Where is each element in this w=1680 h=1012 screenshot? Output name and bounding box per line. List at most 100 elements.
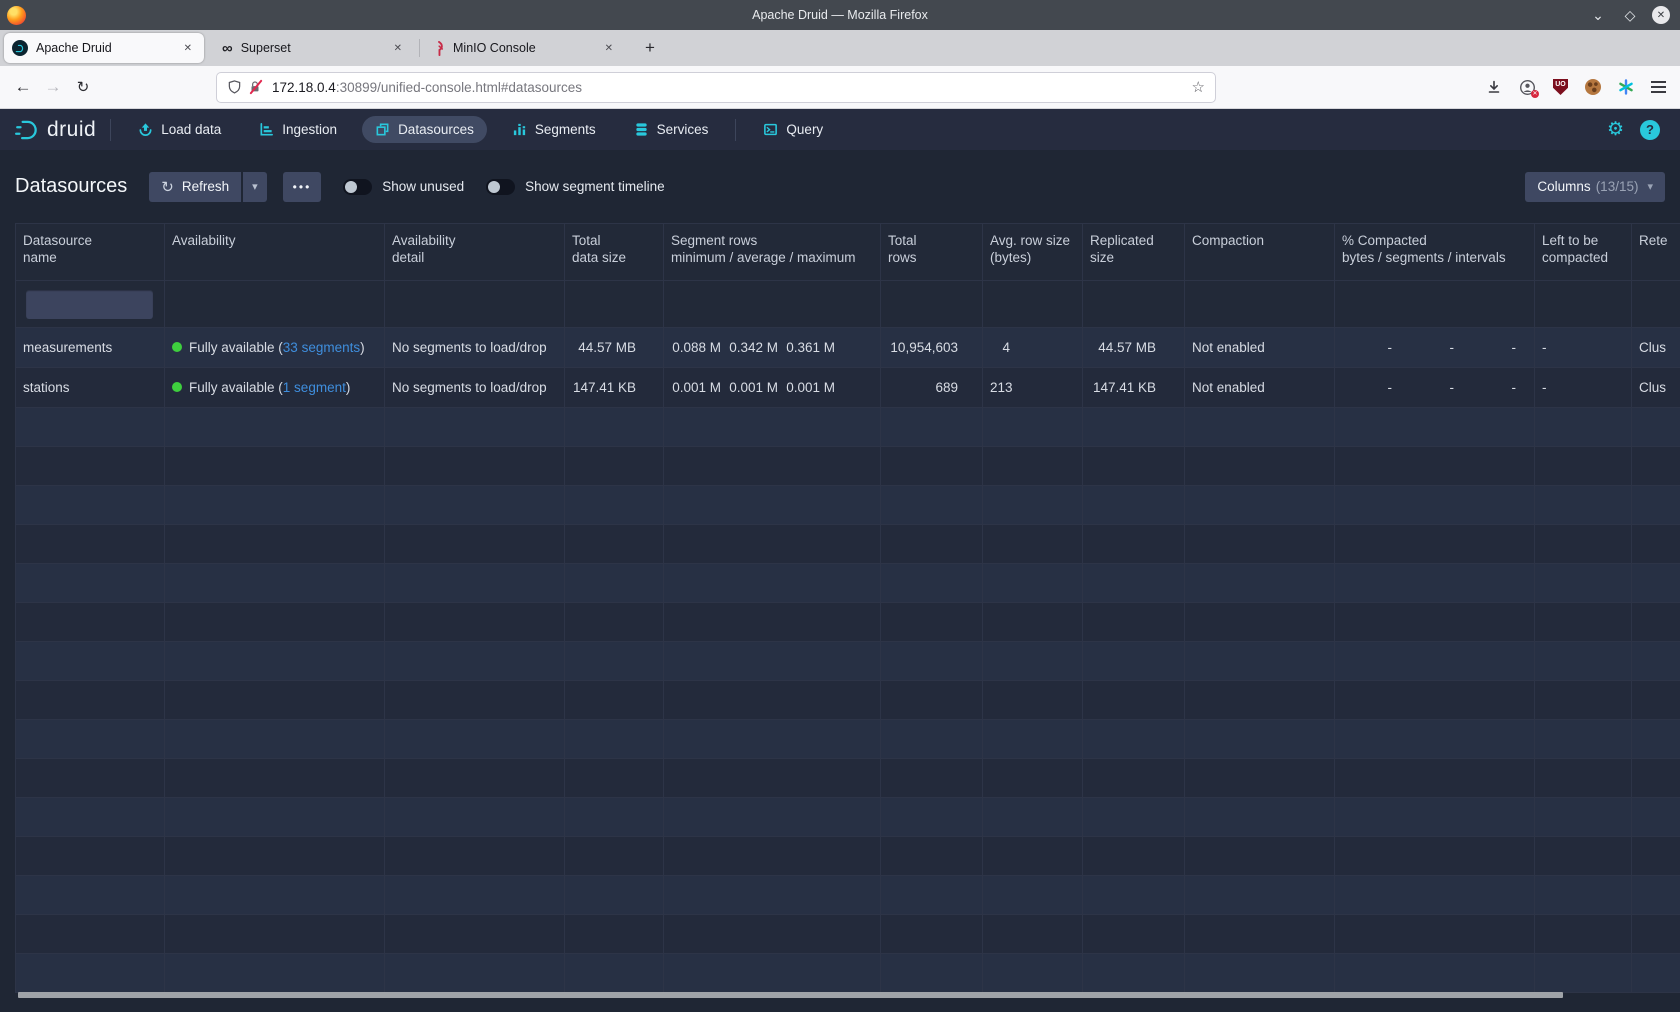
table-cell-empty [1185, 447, 1335, 485]
services-icon [634, 122, 649, 137]
shield-icon[interactable] [227, 79, 242, 95]
tab-close-icon[interactable]: ✕ [390, 41, 406, 56]
column-header-datasource-name[interactable]: Datasourcename [16, 224, 165, 280]
nav-item-services[interactable]: Services [621, 116, 722, 143]
cell-segment-rows: 0.088 M0.342 M0.361 M [664, 328, 881, 367]
toggle-switch[interactable] [486, 179, 515, 195]
table-cell-empty [1632, 681, 1680, 719]
window-close-icon[interactable]: ✕ [1652, 6, 1670, 24]
table-cell-empty [16, 447, 165, 485]
refresh-caret-button[interactable]: ▾ [243, 172, 267, 202]
tab-superset[interactable]: ∞ Superset ✕ [214, 33, 414, 63]
cell-datasource-name[interactable]: stations [16, 368, 165, 407]
settings-gear-icon[interactable]: ⚙ [1607, 118, 1624, 141]
column-header-replicated-size[interactable]: Replicatedsize [1083, 224, 1185, 280]
cell-retention[interactable]: Clus [1632, 368, 1680, 407]
menu-icon[interactable] [1651, 81, 1666, 93]
table-cell-empty [664, 759, 881, 797]
forward-icon[interactable]: → [38, 77, 68, 97]
table-cell-empty [983, 915, 1083, 953]
refresh-button[interactable]: ↻ Refresh [149, 172, 241, 202]
column-header-pct-compacted[interactable]: % Compactedbytes / segments / intervals [1335, 224, 1535, 280]
help-icon[interactable]: ? [1640, 120, 1660, 140]
table-cell-empty [1083, 876, 1185, 914]
bookmark-star-icon[interactable]: ☆ [1192, 78, 1205, 96]
datasources-table: Datasourcename Availability Availability… [15, 223, 1680, 993]
table-cell-empty [1535, 447, 1632, 485]
account-icon[interactable]: ✕ [1519, 79, 1536, 96]
table-cell-empty [1632, 876, 1680, 914]
url-text: 172.18.0.4:30899/unified-console.html#da… [272, 80, 1192, 95]
window-maximize-icon[interactable]: ◇ [1620, 7, 1640, 24]
insecure-lock-icon[interactable] [248, 79, 264, 95]
table-cell-empty [664, 837, 881, 875]
column-header-availability-detail[interactable]: Availabilitydetail [385, 224, 565, 280]
cookie-icon[interactable] [1585, 79, 1601, 95]
extension-asterisk-icon[interactable] [1618, 79, 1634, 95]
show-unused-toggle[interactable]: Show unused [343, 179, 464, 195]
more-button[interactable]: ••• [283, 172, 322, 202]
ublock-icon[interactable]: UO [1553, 79, 1568, 95]
nav-item-load-data[interactable]: Load data [125, 116, 234, 143]
table-row-stations[interactable]: stations Fully available (1 segment) No … [15, 368, 1680, 408]
column-header-availability[interactable]: Availability [165, 224, 385, 280]
page-header: Datasources ↻ Refresh ▾ ••• Show unused … [0, 150, 1680, 207]
tab-minio[interactable]: MinIO Console ✕ [425, 33, 625, 63]
nav-item-label: Segments [535, 122, 596, 137]
table-cell-empty [983, 681, 1083, 719]
cell-compaction[interactable]: Not enabled [1185, 328, 1335, 367]
table-cell-empty [1083, 603, 1185, 641]
nav-divider [735, 119, 736, 141]
table-cell-empty [1185, 564, 1335, 602]
new-tab-button[interactable]: + [639, 38, 661, 58]
columns-button[interactable]: Columns (13/15) ▾ [1525, 172, 1665, 202]
table-row-measurements[interactable]: measurements Fully available (33 segment… [15, 328, 1680, 368]
table-cell-empty [1083, 915, 1185, 953]
nav-item-ingestion[interactable]: Ingestion [246, 116, 350, 143]
tab-apache-druid[interactable]: Apache Druid ✕ [4, 33, 204, 63]
column-header-left-to-be-compacted[interactable]: Left to becompacted [1535, 224, 1632, 280]
column-header-compaction[interactable]: Compaction [1185, 224, 1335, 280]
segments-link[interactable]: 1 segment [283, 380, 346, 395]
downloads-icon[interactable] [1486, 79, 1502, 95]
nav-item-query[interactable]: Query [750, 116, 836, 143]
available-dot-icon [172, 342, 182, 352]
cell-datasource-name[interactable]: measurements [16, 328, 165, 367]
table-cell-empty [385, 525, 565, 563]
druid-logo[interactable]: druid [14, 117, 96, 143]
window-minimize-icon[interactable]: ⌄ [1588, 7, 1608, 24]
cell-retention[interactable]: Clus [1632, 328, 1680, 367]
table-cell-empty [1632, 954, 1680, 992]
horizontal-scrollbar[interactable] [18, 992, 1563, 998]
table-cell-empty [1632, 408, 1680, 446]
table-cell-empty [1083, 486, 1185, 524]
table-cell-empty [1185, 525, 1335, 563]
nav-item-segments[interactable]: Segments [499, 116, 609, 143]
datasource-name-filter-input[interactable] [26, 290, 153, 319]
tab-close-icon[interactable]: ✕ [601, 41, 617, 56]
table-cell-empty [664, 447, 881, 485]
table-cell-empty [983, 759, 1083, 797]
table-cell-empty [881, 486, 983, 524]
show-segment-timeline-toggle[interactable]: Show segment timeline [486, 179, 665, 195]
toggle-switch[interactable] [343, 179, 372, 195]
column-header-total-data-size[interactable]: Totaldata size [565, 224, 664, 280]
column-header-avg-row-size[interactable]: Avg. row size(bytes) [983, 224, 1083, 280]
nav-item-datasources[interactable]: Datasources [362, 116, 487, 143]
segments-link[interactable]: 33 segments [283, 340, 360, 355]
column-header-retention[interactable]: Rete [1632, 224, 1680, 280]
column-header-segment-rows[interactable]: Segment rowsminimum / average / maximum [664, 224, 881, 280]
back-icon[interactable]: ← [8, 77, 38, 97]
table-cell-empty [983, 876, 1083, 914]
tab-close-icon[interactable]: ✕ [180, 41, 196, 56]
table-cell-empty [881, 681, 983, 719]
column-header-total-rows[interactable]: Totalrows [881, 224, 983, 280]
table-cell-empty [1335, 720, 1535, 758]
cell-compaction[interactable]: Not enabled [1185, 368, 1335, 407]
table-cell-empty [1185, 720, 1335, 758]
table-cell-empty [664, 408, 881, 446]
url-bar[interactable]: 172.18.0.4:30899/unified-console.html#da… [216, 72, 1216, 103]
tab-title: MinIO Console [453, 41, 601, 55]
reload-icon[interactable]: ↻ [68, 78, 98, 96]
table-cell-empty [165, 525, 385, 563]
